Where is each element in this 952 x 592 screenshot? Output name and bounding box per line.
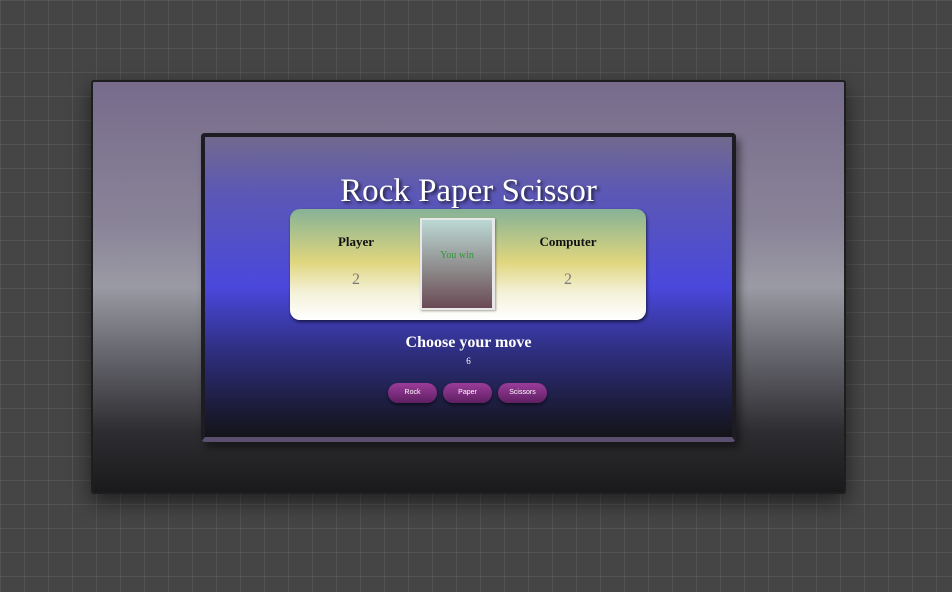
moves-left-count: 6 — [466, 356, 471, 366]
rock-button[interactable]: Rock — [388, 383, 437, 403]
paper-button[interactable]: Paper — [443, 383, 492, 403]
computer-score: 2 — [564, 271, 572, 288]
result-text: You win — [440, 250, 474, 261]
computer-label: Computer — [539, 234, 597, 249]
result-box: You win — [420, 218, 495, 310]
choose-move-heading: Choose your move — [405, 334, 532, 351]
game-title: Rock Paper Scissor — [340, 173, 597, 209]
player-score: 2 — [352, 271, 360, 288]
player-label: Player — [337, 234, 375, 249]
move-buttons: Rock Paper Scissors — [388, 383, 547, 403]
scissors-button[interactable]: Scissors — [498, 383, 547, 403]
score-board: Player 2 You win Computer 2 — [290, 209, 646, 320]
